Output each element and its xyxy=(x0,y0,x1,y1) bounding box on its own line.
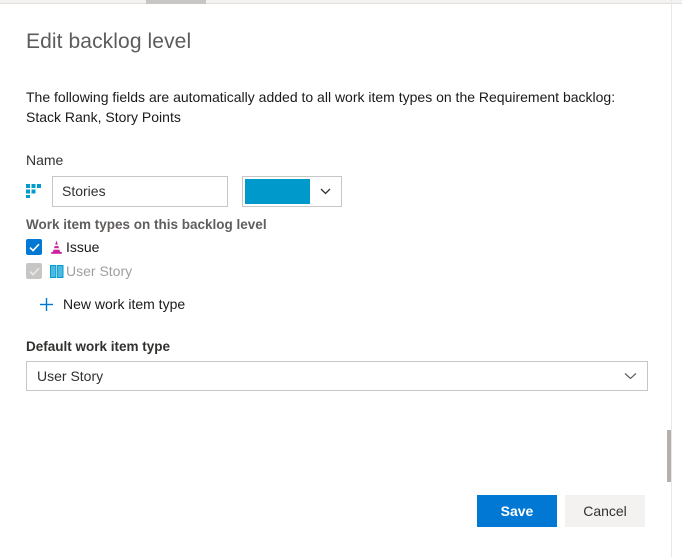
new-work-item-type-button[interactable]: New work item type xyxy=(26,293,645,315)
color-swatch xyxy=(245,178,310,204)
default-work-item-type-value: User Story xyxy=(37,368,104,384)
plus-icon xyxy=(34,297,58,312)
work-item-type-row-user-story: User Story xyxy=(26,260,645,282)
backlog-level-icon xyxy=(26,178,52,204)
checkbox-user-story xyxy=(26,263,42,279)
default-work-item-type-label: Default work item type xyxy=(26,339,171,354)
chevron-down-icon xyxy=(310,177,341,206)
page-title: Edit backlog level xyxy=(26,30,192,53)
color-picker-button[interactable] xyxy=(242,175,342,207)
default-work-item-type-dropdown[interactable]: User Story xyxy=(26,361,648,391)
issue-cone-icon xyxy=(48,239,65,255)
name-field-label: Name xyxy=(26,152,64,168)
checkbox-issue[interactable] xyxy=(26,239,42,255)
work-item-types-label: Work item types on this backlog level xyxy=(26,217,267,232)
dialog-footer: Save Cancel xyxy=(26,495,645,527)
cancel-button[interactable]: Cancel xyxy=(565,495,645,527)
window-top-chrome xyxy=(0,0,682,4)
panel-right-border xyxy=(671,0,672,557)
work-item-types-list: Issue User Story xyxy=(26,236,645,282)
work-item-type-name: User Story xyxy=(66,263,133,279)
chevron-down-icon xyxy=(624,367,637,385)
name-input[interactable] xyxy=(52,175,228,207)
work-item-type-row-issue[interactable]: Issue xyxy=(26,236,645,258)
work-item-type-name: Issue xyxy=(66,239,100,255)
dialog-description: The following fields are automatically a… xyxy=(26,89,616,125)
new-work-item-type-label: New work item type xyxy=(63,296,186,312)
save-button[interactable]: Save xyxy=(477,495,557,527)
user-story-book-icon xyxy=(48,263,65,279)
edit-backlog-level-dialog: Edit backlog level The following fields … xyxy=(0,5,671,557)
window-chrome-segment xyxy=(146,0,206,4)
name-field-row xyxy=(26,175,645,207)
